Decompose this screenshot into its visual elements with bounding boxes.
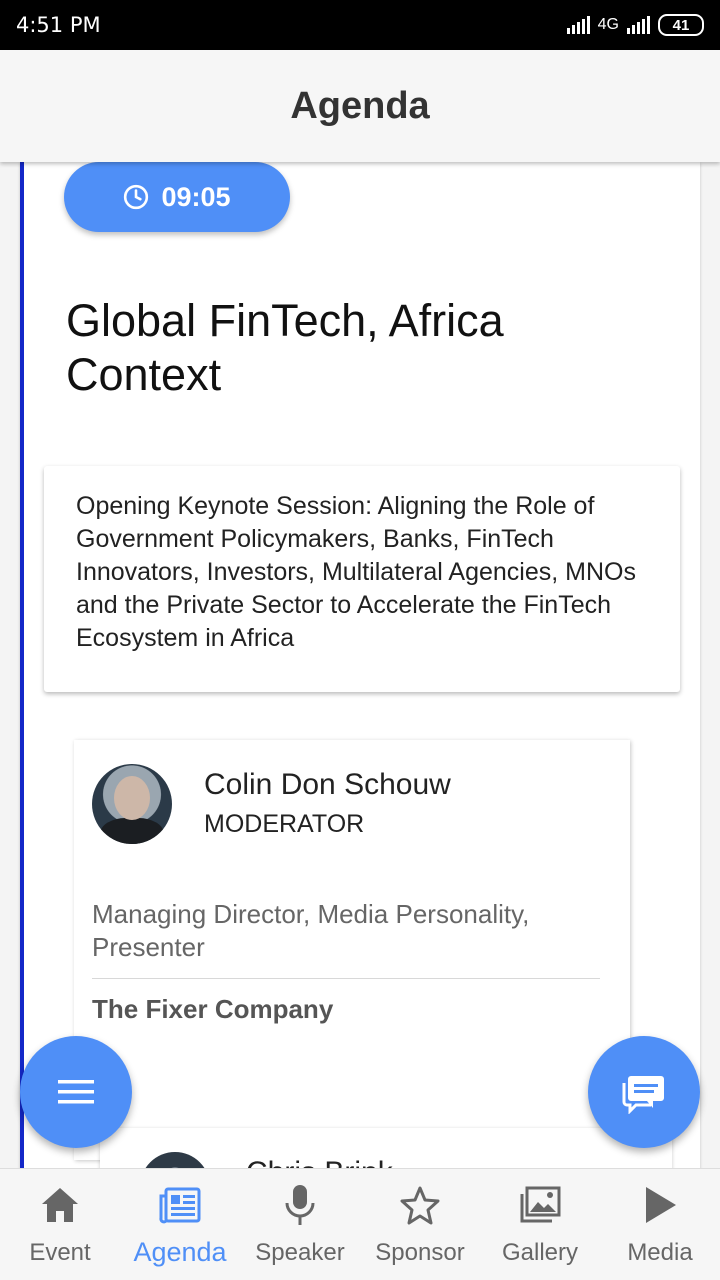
speaker-company: The Fixer Company xyxy=(92,994,334,1024)
nav-item-sponsor[interactable]: Sponsor xyxy=(360,1169,480,1280)
status-time: 4:51 PM xyxy=(16,13,101,37)
clock-icon xyxy=(124,184,149,210)
network-type: 4G xyxy=(597,16,619,33)
app-bar: Agenda xyxy=(0,50,720,162)
speaker-role: MODERATOR xyxy=(204,810,365,838)
battery-icon: 41 xyxy=(658,14,704,36)
status-bar: 4:51 PM 4G 41 xyxy=(0,0,720,50)
menu-button[interactable] xyxy=(20,1036,132,1148)
status-icons: 4G 41 xyxy=(566,14,704,36)
chat-icon xyxy=(622,1076,664,1114)
agenda-content[interactable]: 09:05 Global FinTech, Africa Context Ope… xyxy=(0,162,720,1168)
session-card: 09:05 Global FinTech, Africa Context Ope… xyxy=(20,162,700,1168)
newspaper-icon xyxy=(158,1183,202,1227)
speaker-name: Colin Don Schouw xyxy=(204,768,451,801)
hamburger-icon xyxy=(58,1080,94,1104)
session-time: 09:05 xyxy=(161,181,231,212)
nav-label: Speaker xyxy=(255,1239,345,1266)
speaker-card[interactable]: Colin Don Schouw MODERATOR Managing Dire… xyxy=(74,740,630,1160)
page-title: Agenda xyxy=(290,84,430,127)
nav-label: Sponsor xyxy=(375,1239,465,1266)
session-description-card: Opening Keynote Session: Aligning the Ro… xyxy=(44,466,680,692)
signal-icon-2 xyxy=(627,16,650,34)
nav-item-speaker[interactable]: Speaker xyxy=(240,1169,360,1280)
session-time-badge: 09:05 xyxy=(64,162,290,232)
speaker-position: Managing Director, Media Personality, Pr… xyxy=(92,899,530,962)
nav-item-agenda[interactable]: Agenda xyxy=(120,1169,240,1280)
avatar xyxy=(140,1152,210,1168)
nav-item-media[interactable]: Media xyxy=(600,1169,720,1280)
chat-button[interactable] xyxy=(588,1036,700,1148)
nav-label: Event xyxy=(29,1239,91,1266)
home-icon xyxy=(38,1183,82,1227)
signal-icon xyxy=(566,16,590,34)
star-icon xyxy=(398,1183,442,1227)
speaker-name: Chris Brink xyxy=(246,1156,393,1168)
nav-label: Agenda xyxy=(133,1237,227,1267)
bottom-nav: Event Agenda Speaker Sponsor Gallery Med… xyxy=(0,1168,720,1280)
divider xyxy=(92,978,600,979)
session-description: Opening Keynote Session: Aligning the Ro… xyxy=(76,492,636,652)
session-title: Global FinTech, Africa Context xyxy=(66,295,504,400)
nav-label: Gallery xyxy=(501,1239,579,1266)
avatar xyxy=(92,764,172,844)
gallery-icon xyxy=(518,1183,562,1227)
next-speaker-card[interactable]: Chris Brink xyxy=(100,1128,672,1168)
play-icon xyxy=(638,1183,682,1227)
nav-label: Media xyxy=(627,1239,693,1266)
nav-item-event[interactable]: Event xyxy=(0,1169,120,1280)
nav-item-gallery[interactable]: Gallery xyxy=(480,1169,600,1280)
microphone-icon xyxy=(278,1183,322,1227)
